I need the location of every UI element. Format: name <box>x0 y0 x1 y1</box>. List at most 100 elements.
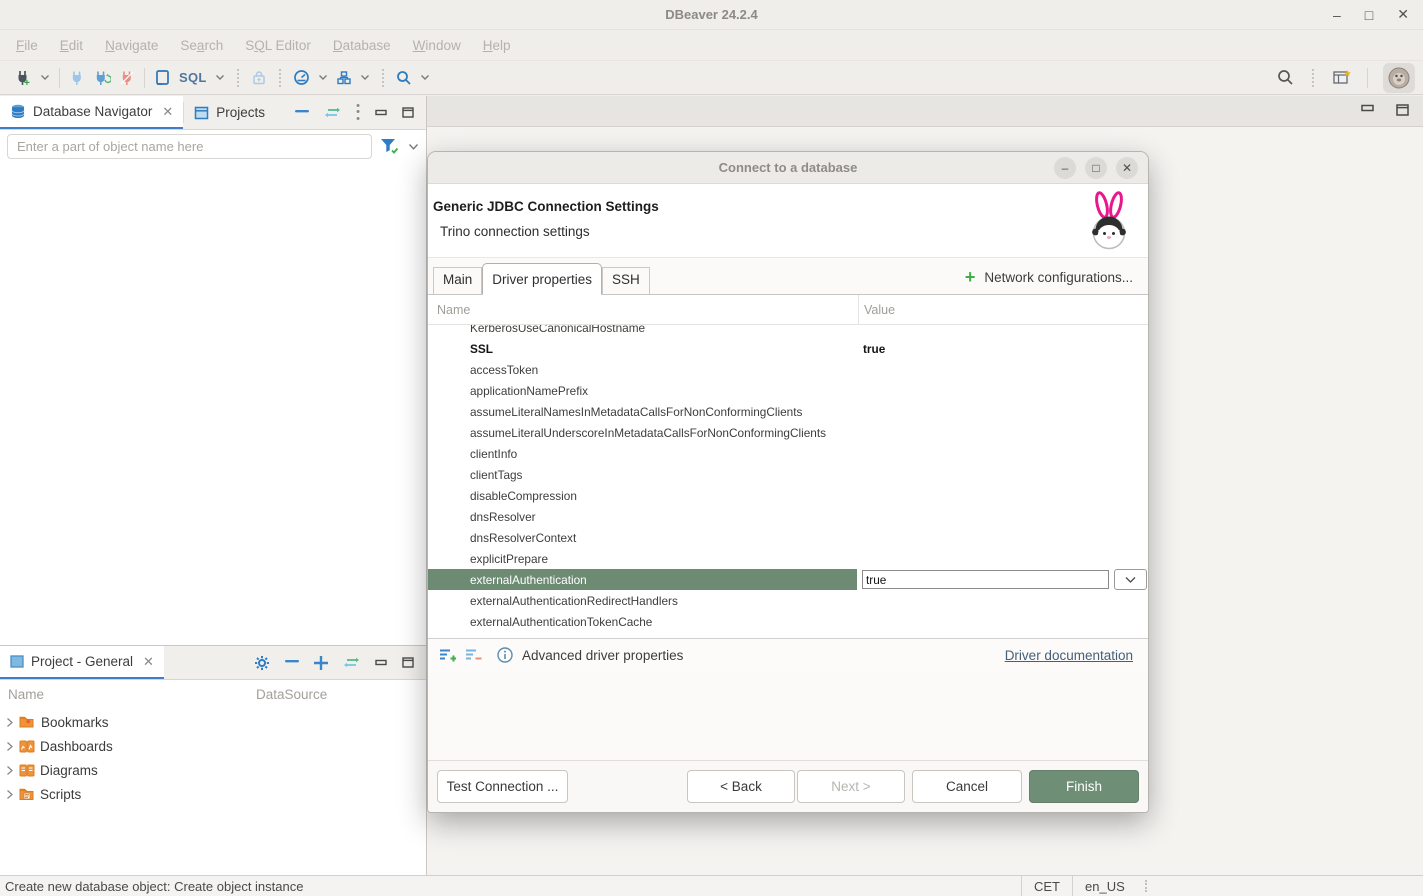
view-menu-icon[interactable]: ••• <box>356 103 360 123</box>
dialog-tab-main[interactable]: Main <box>433 267 482 294</box>
column-value[interactable]: Value <box>858 295 1148 324</box>
tree-item-scripts[interactable]: Scripts <box>0 782 426 806</box>
quick-search-icon[interactable] <box>1277 69 1294 86</box>
property-name[interactable]: clientTags <box>428 468 858 482</box>
property-name[interactable]: explicitPrepare <box>428 552 858 566</box>
remove-property-icon[interactable] <box>465 648 482 663</box>
dialog-minimize-icon[interactable]: – <box>1054 157 1076 179</box>
property-name[interactable]: externalAuthentication <box>428 569 857 590</box>
link-with-editor-icon[interactable] <box>324 107 341 118</box>
statusbar-grip[interactable] <box>1145 880 1147 892</box>
dialog-maximize-icon[interactable]: □ <box>1085 157 1107 179</box>
menu-window[interactable]: Window <box>402 38 472 53</box>
property-name[interactable]: assumeLiteralUnderscoreInMetadataCallsFo… <box>428 426 858 440</box>
collapse-all-icon[interactable] <box>285 660 299 666</box>
tab-project-general[interactable]: Project - General ✕ <box>0 646 164 679</box>
driver-documentation-link[interactable]: Driver documentation <box>1005 648 1133 663</box>
dialog-titlebar[interactable]: Connect to a database – □ ✕ <box>428 152 1148 184</box>
property-value[interactable] <box>858 632 1148 639</box>
property-row[interactable]: clientTags <box>428 464 1148 485</box>
properties-table[interactable]: KerberosUseCanonicalHostnameSSLtrueacces… <box>428 325 1148 639</box>
sql-editor-chevron-icon[interactable] <box>215 74 225 81</box>
property-value[interactable] <box>858 380 1148 401</box>
tab-close-icon[interactable]: ✕ <box>162 104 173 120</box>
dialog-close-icon[interactable]: ✕ <box>1116 157 1138 179</box>
property-value[interactable] <box>857 569 1148 590</box>
property-row[interactable]: externalAuthentication <box>428 569 1148 590</box>
toolbar-search-icon[interactable] <box>396 70 412 86</box>
collapse-all-icon[interactable] <box>295 110 309 116</box>
expander-chevron-icon[interactable] <box>5 717 14 728</box>
panel-minimize-icon[interactable] <box>375 659 387 666</box>
value-combo-button[interactable] <box>1114 569 1147 590</box>
property-value[interactable] <box>858 325 1148 338</box>
sql-editor-label[interactable]: SQL <box>179 70 207 85</box>
property-row[interactable]: extraCredentials <box>428 632 1148 639</box>
property-name[interactable]: KerberosUseCanonicalHostname <box>428 325 858 335</box>
property-name[interactable]: disableCompression <box>428 489 858 503</box>
property-name[interactable]: dnsResolverContext <box>428 531 858 545</box>
filter-chevron-icon[interactable] <box>408 143 419 151</box>
locale-indicator[interactable]: en_US <box>1072 876 1137 896</box>
add-property-icon[interactable] <box>439 648 456 663</box>
back-button[interactable]: < Back <box>687 770 795 803</box>
window-maximize-icon[interactable]: □ <box>1365 7 1373 23</box>
property-value[interactable] <box>858 548 1148 569</box>
connect-icon[interactable] <box>69 70 85 86</box>
expander-chevron-icon[interactable] <box>5 765 14 776</box>
tree-item-bookmarks[interactable]: Bookmarks <box>0 710 426 734</box>
panel-maximize-icon[interactable] <box>402 657 414 668</box>
expander-chevron-icon[interactable] <box>5 789 14 800</box>
property-row[interactable]: KerberosUseCanonicalHostname <box>428 325 1148 338</box>
property-value[interactable] <box>858 485 1148 506</box>
reconnect-icon[interactable] <box>93 70 111 86</box>
property-value[interactable]: true <box>858 338 1148 359</box>
property-name[interactable]: applicationNamePrefix <box>428 384 858 398</box>
editor-maximize-icon[interactable] <box>1396 104 1409 116</box>
panel-maximize-icon[interactable] <box>402 107 414 118</box>
commit-mode-icon[interactable] <box>336 70 352 86</box>
property-value[interactable] <box>858 506 1148 527</box>
window-close-icon[interactable]: ✕ <box>1397 6 1409 23</box>
settings-gear-icon[interactable] <box>254 655 270 671</box>
property-value[interactable] <box>858 359 1148 380</box>
property-row[interactable]: dnsResolver <box>428 506 1148 527</box>
tree-item-diagrams[interactable]: Diagrams <box>0 758 426 782</box>
object-filter-input[interactable] <box>7 134 372 159</box>
tab-database-navigator[interactable]: Database Navigator ✕ <box>0 96 183 129</box>
property-value[interactable] <box>858 422 1148 443</box>
menu-database[interactable]: Database <box>322 38 402 53</box>
menu-sql-editor[interactable]: SQL Editor <box>234 38 322 53</box>
window-minimize-icon[interactable]: – <box>1333 7 1341 23</box>
new-connection-chevron-icon[interactable] <box>40 74 50 81</box>
sql-editor-icon[interactable] <box>154 69 171 87</box>
property-row[interactable]: applicationNamePrefix <box>428 380 1148 401</box>
property-value[interactable] <box>858 611 1148 632</box>
property-row[interactable]: dnsResolverContext <box>428 527 1148 548</box>
property-name[interactable]: accessToken <box>428 363 858 377</box>
property-name[interactable]: externalAuthenticationRedirectHandlers <box>428 594 858 608</box>
link-with-editor-icon[interactable] <box>343 657 360 668</box>
property-name[interactable]: externalAuthenticationTokenCache <box>428 615 858 629</box>
cancel-button[interactable]: Cancel <box>912 770 1022 803</box>
finish-button[interactable]: Finish <box>1029 770 1139 803</box>
property-value[interactable] <box>858 464 1148 485</box>
network-configurations-button[interactable]: + Network configurations... <box>965 268 1148 294</box>
property-row[interactable]: externalAuthenticationTokenCache <box>428 611 1148 632</box>
property-value[interactable] <box>858 401 1148 422</box>
property-value[interactable] <box>858 527 1148 548</box>
menu-navigate[interactable]: Navigate <box>94 38 169 53</box>
property-row[interactable]: SSLtrue <box>428 338 1148 359</box>
property-row[interactable]: disableCompression <box>428 485 1148 506</box>
property-value[interactable] <box>858 590 1148 611</box>
filter-settings-icon[interactable] <box>380 138 400 155</box>
disconnect-icon[interactable] <box>119 70 135 86</box>
transaction-mode-icon[interactable] <box>293 69 310 86</box>
new-connection-icon[interactable]: + <box>14 69 32 87</box>
panel-minimize-icon[interactable] <box>375 109 387 116</box>
property-row[interactable]: assumeLiteralNamesInMetadataCallsForNonC… <box>428 401 1148 422</box>
menu-file[interactable]: File <box>5 38 49 53</box>
column-name[interactable]: Name <box>8 687 44 702</box>
editor-minimize-icon[interactable] <box>1361 104 1374 116</box>
property-name[interactable]: SSL <box>428 342 858 356</box>
